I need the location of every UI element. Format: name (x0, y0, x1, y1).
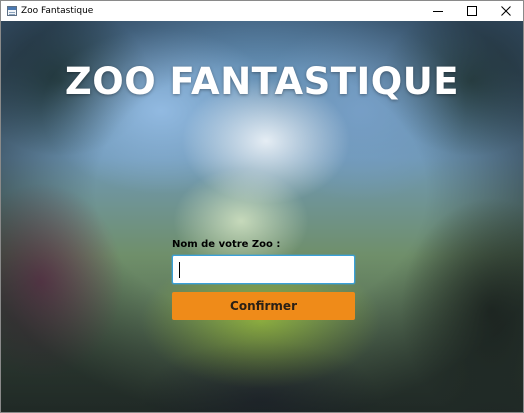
app-window-icon (7, 6, 17, 16)
maximize-button[interactable] (455, 1, 489, 21)
page-title: ZOO FANTASTIQUE (64, 60, 460, 103)
zoo-name-input[interactable] (172, 255, 355, 284)
fantasy-background: ZOO FANTASTIQUE Nom de votre Zoo : Confi… (1, 21, 523, 412)
confirm-button[interactable]: Confirmer (172, 292, 355, 320)
minimize-icon (433, 11, 443, 12)
text-caret (179, 262, 180, 278)
window-title: Zoo Fantastique (21, 6, 94, 16)
app-window: Zoo Fantastique ZOO FANTASTIQUE Nom de v… (0, 0, 524, 413)
title-bar[interactable]: Zoo Fantastique (1, 1, 523, 21)
zoo-name-label: Nom de votre Zoo : (172, 239, 281, 250)
minimize-button[interactable] (421, 1, 455, 21)
close-icon (501, 6, 511, 16)
maximize-icon (467, 6, 477, 16)
close-button[interactable] (489, 1, 523, 21)
